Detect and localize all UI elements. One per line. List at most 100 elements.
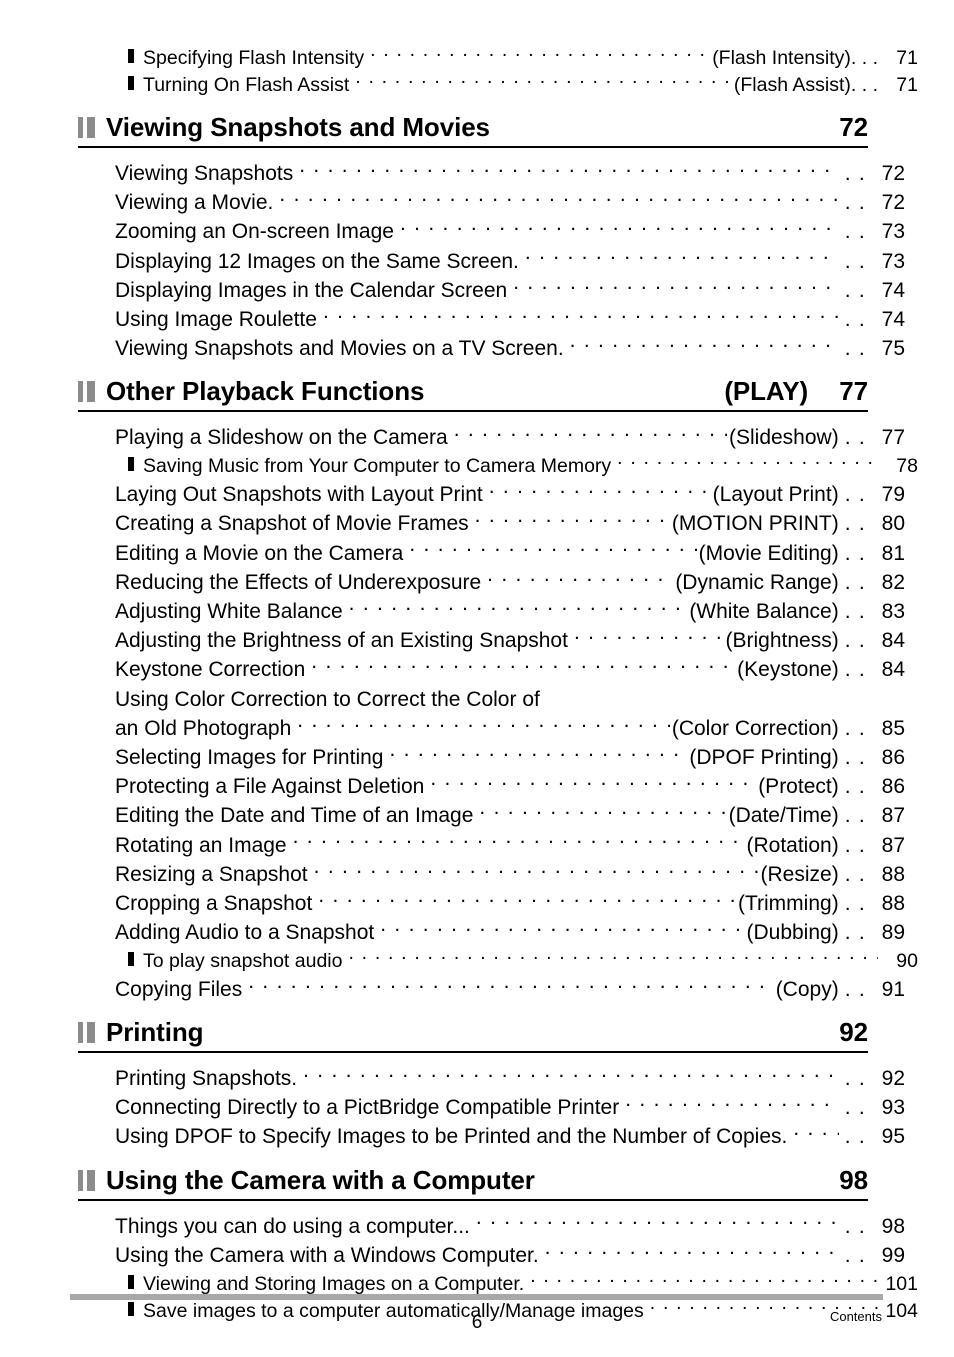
toc-subentry-label: Specifying Flash Intensity — [143, 46, 365, 69]
leader-dots — [389, 743, 687, 764]
leader-dots-tail: . . — [844, 1243, 866, 1267]
leader-dots-tail: . . — [844, 716, 866, 740]
toc-section-entries: Viewing Snapshots . . 72 Viewing a Movie. . … — [78, 159, 905, 363]
toc-entry[interactable]: Adjusting White Balance (White Balance). … — [78, 597, 905, 626]
toc-page: Specifying Flash Intensity (Flash Intensi… — [0, 0, 954, 1357]
leader-dots — [349, 597, 688, 618]
toc-section: Other Playback Functions (PLAY) 77 Playing … — [78, 376, 918, 1004]
section-marker-icon — [78, 381, 97, 403]
toc-entry[interactable]: Selecting Images for Printing (DPOF Print… — [78, 743, 905, 772]
toc-section-header[interactable]: Printing 92 — [78, 1017, 868, 1051]
section-divider-rule — [78, 410, 868, 413]
leader-dots-tail: . . — [844, 220, 866, 244]
toc-page-number: 74 — [881, 278, 905, 302]
leader-dots — [479, 801, 726, 822]
toc-page-number: 82 — [881, 570, 905, 594]
toc-entry[interactable]: Editing the Date and Time of an Image (Da… — [78, 801, 905, 830]
leader-dots-tail: . . — [844, 745, 866, 769]
toc-page-number: 93 — [881, 1096, 905, 1120]
toc-subentry-label: Saving Music from Your Computer to Camer… — [143, 455, 612, 478]
toc-entry[interactable]: Using DPOF to Specify Images to be Print… — [78, 1122, 905, 1151]
toc-section-title: Printing — [106, 1017, 204, 1048]
toc-entry-label: Printing Snapshots. — [115, 1067, 298, 1091]
toc-entry[interactable]: Editing a Movie on the Camera (Movie Edit… — [78, 539, 905, 568]
toc-page-number: 84 — [881, 629, 905, 653]
toc-section-header[interactable]: Using the Camera with a Computer 98 — [78, 1165, 868, 1199]
toc-section-entries: Playing a Slideshow on the Camera (Slides… — [78, 423, 918, 1004]
toc-entry[interactable]: Creating a Snapshot of Movie Frames (MOTI… — [78, 509, 905, 538]
toc-page-number: 81 — [881, 541, 905, 565]
leader-dots-tail: . . — [844, 570, 866, 594]
section-divider-rule — [78, 1051, 868, 1054]
section-divider-rule — [78, 1198, 868, 1201]
leader-dots-tail: . . . — [850, 74, 878, 96]
leader-dots — [380, 918, 744, 939]
leader-dots — [311, 655, 735, 676]
toc-entry[interactable]: Playing a Slideshow on the Camera (Slides… — [78, 423, 905, 452]
leader-dots — [525, 247, 839, 268]
toc-entry[interactable]: Copying Files (Copy). . 91 — [78, 975, 905, 1004]
leader-dots — [409, 539, 696, 560]
leader-dots — [487, 568, 673, 589]
toc-entry[interactable]: Protecting a File Against Deletion (Prote… — [78, 772, 905, 801]
square-bullet-icon — [128, 951, 134, 966]
toc-entry[interactable]: Displaying 12 Images on the Same Screen.… — [78, 247, 905, 276]
toc-entry-label: Viewing Snapshots — [115, 162, 294, 185]
toc-entry-mode: (Keystone) — [737, 658, 839, 682]
leader-dots — [248, 975, 773, 996]
toc-entry[interactable]: Viewing a Movie. . . 72 — [78, 188, 905, 217]
table-of-contents: Specifying Flash Intensity (Flash Intensi… — [78, 44, 918, 1325]
toc-entry-mode: (Flash Assist) — [733, 74, 851, 96]
toc-entry[interactable]: Using Image Roulette . . 74 — [78, 305, 905, 334]
leader-dots-tail: . . — [844, 977, 866, 1001]
toc-entry[interactable]: Connecting Directly to a PictBridge Comp… — [78, 1093, 905, 1122]
toc-entry[interactable]: Things you can do using a computer... . .… — [78, 1212, 905, 1241]
toc-section: Using the Camera with a Computer 98 Things… — [78, 1165, 918, 1325]
toc-entry[interactable]: Keystone Correction (Keystone). . 84 — [78, 655, 905, 684]
leader-dots — [279, 188, 838, 209]
toc-entry[interactable]: Cropping a Snapshot (Trimming). . 88 — [78, 889, 905, 918]
toc-page-number: 101 — [885, 1272, 918, 1295]
toc-page-number: 71 — [896, 46, 918, 69]
toc-entry[interactable]: Displaying Images in the Calendar Screen… — [78, 276, 905, 305]
toc-entry[interactable]: Resizing a Snapshot (Resize). . 88 — [78, 860, 905, 889]
toc-subentry[interactable]: Saving Music from Your Computer to Camer… — [78, 453, 918, 481]
toc-entry[interactable]: Laying Out Snapshots with Layout Print (L… — [78, 480, 905, 509]
leader-dots — [489, 480, 711, 501]
leader-dots-tail: . . — [844, 891, 866, 915]
toc-entry[interactable]: Adjusting the Brightness of an Existing … — [78, 626, 905, 655]
toc-page-number: 88 — [881, 891, 905, 915]
toc-section-title: Other Playback Functions — [106, 376, 425, 407]
toc-entry-mode: (White Balance) — [689, 599, 839, 623]
toc-entry[interactable]: Adding Audio to a Snapshot (Dubbing). . 89 — [78, 918, 905, 947]
toc-subentry[interactable]: To play snapshot audio 90 — [78, 947, 918, 975]
toc-entry[interactable]: Printing Snapshots. . . 92 — [78, 1064, 905, 1093]
toc-entry-label: Rotating an Image — [115, 833, 287, 857]
toc-entry[interactable]: Rotating an Image (Rotation). . 87 — [78, 831, 905, 860]
toc-entry[interactable]: Zooming an On-screen Image . . 73 — [78, 217, 905, 246]
toc-entry[interactable]: Reducing the Effects of Underexposure (Dy… — [78, 568, 905, 597]
leader-dots-tail: . . — [844, 1214, 866, 1238]
toc-entry[interactable]: Viewing Snapshots . . 72 — [78, 159, 905, 188]
leader-dots-tail: . . — [844, 541, 866, 565]
toc-page-number: 83 — [881, 599, 905, 623]
leader-dots — [293, 831, 745, 852]
leader-dots-tail: . . — [844, 599, 866, 623]
toc-section: Viewing Snapshots and Movies 72 Viewing Sn… — [78, 112, 905, 363]
toc-subentry[interactable]: Specifying Flash Intensity (Flash Intensi… — [78, 44, 918, 72]
leader-dots-tail: . . — [844, 1125, 866, 1149]
toc-entry-mode: (Slideshow) — [728, 426, 839, 450]
toc-section-header[interactable]: Other Playback Functions (PLAY) 77 — [78, 376, 868, 410]
toc-section-header[interactable]: Viewing Snapshots and Movies 72 — [78, 112, 868, 146]
toc-page-number: 80 — [881, 512, 905, 536]
page-number: 6 — [471, 1312, 483, 1333]
leader-dots — [430, 772, 756, 793]
toc-subentry[interactable]: Turning On Flash Assist (Flash Assist). .… — [78, 72, 918, 100]
toc-entry[interactable]: Using the Camera with a Windows Computer… — [78, 1241, 905, 1270]
toc-page-number: 92 — [881, 1067, 905, 1091]
toc-entry[interactable]: Viewing Snapshots and Movies on a TV Scr… — [78, 334, 905, 363]
leader-dots — [318, 889, 736, 910]
toc-entry-label: Keystone Correction — [115, 658, 306, 682]
leader-dots — [348, 947, 878, 967]
toc-entry[interactable]: an Old Photograph (Color Correction). . 85 — [78, 714, 905, 743]
